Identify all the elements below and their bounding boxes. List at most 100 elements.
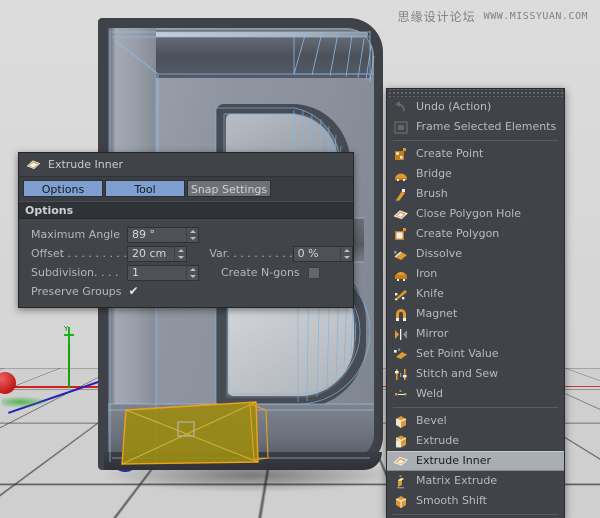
offset-label: Offset . . . . . . . . .: [31, 247, 127, 260]
menu-item-label: Close Polygon Hole: [416, 208, 521, 220]
undo-icon: [393, 100, 409, 115]
weld-icon: [393, 387, 409, 402]
tab-tool[interactable]: Tool: [105, 180, 185, 197]
variation-value: 0 %: [294, 247, 340, 261]
menu-item-label: Create Point: [416, 148, 483, 160]
subdivision-input[interactable]: 1: [127, 265, 199, 281]
menu-item-bridge[interactable]: Bridge: [387, 164, 564, 184]
context-menu-items: Undo (Action) Frame Selected Elements Cr…: [387, 97, 564, 515]
menu-item-stitch-and-sew[interactable]: Stitch and Sew: [387, 364, 564, 384]
menu-item-label: Stitch and Sew: [416, 368, 498, 380]
menu-item-create-point[interactable]: Create Point: [387, 144, 564, 164]
stitch-and-sew-icon: [393, 367, 409, 382]
menu-item-bevel[interactable]: Bevel: [387, 411, 564, 431]
maximum-angle-input[interactable]: 89 °: [127, 227, 199, 243]
menu-item-label: Extrude: [416, 435, 459, 447]
menu-item-label: Bridge: [416, 168, 452, 180]
create-polygon-icon: [393, 227, 409, 242]
magnet-icon: [393, 307, 409, 322]
axis-y-line: [68, 340, 70, 388]
variation-label: Var. . . . . . . . . .: [209, 247, 292, 260]
subdivision-label: Subdivision. . . .: [31, 266, 127, 279]
iron-icon: [393, 267, 409, 282]
create-ngons-label: Create N-gons: [221, 266, 300, 279]
axis-y-tick: [64, 334, 74, 336]
row-preserve-groups: Preserve Groups ✔: [19, 282, 353, 301]
menu-item-label: Magnet: [416, 308, 457, 320]
extrude-inner-icon: [26, 158, 41, 172]
menu-item-label: Brush: [416, 188, 448, 200]
matrix-extrude-icon: [393, 474, 409, 489]
menu-item-close-polygon-hole[interactable]: Close Polygon Hole: [387, 204, 564, 224]
menu-item-label: Dissolve: [416, 248, 462, 260]
subdivision-stepper[interactable]: [186, 266, 198, 280]
dissolve-icon: [393, 247, 409, 262]
knife-icon: [393, 287, 409, 302]
offset-stepper[interactable]: [174, 247, 186, 261]
menu-separator: [393, 514, 558, 515]
menu-item-label: Bevel: [416, 415, 447, 427]
preserve-groups-label: Preserve Groups: [31, 285, 127, 298]
menu-item-create-polygon[interactable]: Create Polygon: [387, 224, 564, 244]
menu-item-label: Set Point Value: [416, 348, 499, 360]
menu-item-knife[interactable]: Knife: [387, 284, 564, 304]
dialog-tabs[interactable]: Options Tool Snap Settings: [19, 177, 353, 201]
bridge-icon: [393, 167, 409, 182]
menu-item-label: Frame Selected Elements: [416, 121, 556, 133]
menu-item-magnet[interactable]: Magnet: [387, 304, 564, 324]
menu-item-iron[interactable]: Iron: [387, 264, 564, 284]
preserve-groups-checkbox[interactable]: ✔: [127, 285, 140, 298]
context-menu-drag-handle[interactable]: [387, 89, 564, 97]
maximum-angle-label: Maximum Angle: [31, 228, 127, 241]
dialog-title: Extrude Inner: [48, 158, 123, 171]
dialog-body: Maximum Angle 89 ° Offset . . . . . . . …: [19, 219, 353, 307]
close-polygon-hole-icon: [393, 207, 409, 222]
axis-origin-glow: [2, 396, 48, 408]
set-point-value-icon: [393, 347, 409, 362]
create-ngons-checkbox[interactable]: [308, 267, 320, 279]
menu-item-mirror[interactable]: Mirror: [387, 324, 564, 344]
cinema4d-screenshot: Y: [0, 0, 600, 518]
extrude-icon: [393, 434, 409, 449]
offset-input[interactable]: 20 cm: [127, 246, 187, 262]
menu-item-label: Iron: [416, 268, 437, 280]
menu-item-brush[interactable]: Brush: [387, 184, 564, 204]
maximum-angle-value: 89 °: [128, 228, 186, 242]
menu-item-label: Extrude Inner: [416, 455, 491, 467]
tab-snap-settings[interactable]: Snap Settings: [187, 180, 271, 197]
menu-item-extrude[interactable]: Extrude: [387, 431, 564, 451]
axis-y-label: Y: [64, 325, 68, 333]
menu-item-label: Mirror: [416, 328, 448, 340]
menu-item-label: Undo (Action): [416, 101, 491, 113]
watermark: 思缘设计论坛 WWW.MISSYUAN.COM: [398, 8, 588, 25]
menu-item-dissolve[interactable]: Dissolve: [387, 244, 564, 264]
menu-item-weld[interactable]: Weld: [387, 384, 564, 404]
menu-item-set-point-value[interactable]: Set Point Value: [387, 344, 564, 364]
extrude-inner-dialog[interactable]: Extrude Inner Options Tool Snap Settings…: [18, 152, 354, 308]
menu-item-matrix-extrude[interactable]: Matrix Extrude: [387, 471, 564, 491]
extrude-inner-icon: [393, 454, 409, 469]
options-section-header: Options: [19, 201, 353, 219]
subdivision-value: 1: [128, 266, 186, 280]
smooth-shift-icon: [393, 494, 409, 509]
bevel-icon: [393, 414, 409, 429]
row-offset: Offset . . . . . . . . . 20 cm Var. . . …: [19, 244, 353, 263]
menu-item-extrude-inner[interactable]: Extrude Inner: [387, 451, 564, 471]
maximum-angle-stepper[interactable]: [186, 228, 198, 242]
mirror-icon: [393, 327, 409, 342]
tab-options[interactable]: Options: [23, 180, 103, 197]
modeling-context-menu[interactable]: Undo (Action) Frame Selected Elements Cr…: [386, 88, 565, 518]
menu-item-undo-action[interactable]: Undo (Action): [387, 97, 564, 117]
watermark-cn: 思缘设计论坛: [398, 8, 476, 25]
menu-separator: [393, 407, 558, 408]
row-maximum-angle: Maximum Angle 89 °: [19, 225, 353, 244]
menu-item-label: Knife: [416, 288, 444, 300]
variation-stepper[interactable]: [340, 247, 352, 261]
create-point-icon: [393, 147, 409, 162]
menu-item-smooth-shift[interactable]: Smooth Shift: [387, 491, 564, 511]
menu-item-frame-selected-elements[interactable]: Frame Selected Elements: [387, 117, 564, 137]
dialog-titlebar[interactable]: Extrude Inner: [19, 153, 353, 177]
variation-input[interactable]: 0 %: [293, 246, 353, 262]
menu-item-label: Create Polygon: [416, 228, 499, 240]
offset-value: 20 cm: [128, 247, 174, 261]
